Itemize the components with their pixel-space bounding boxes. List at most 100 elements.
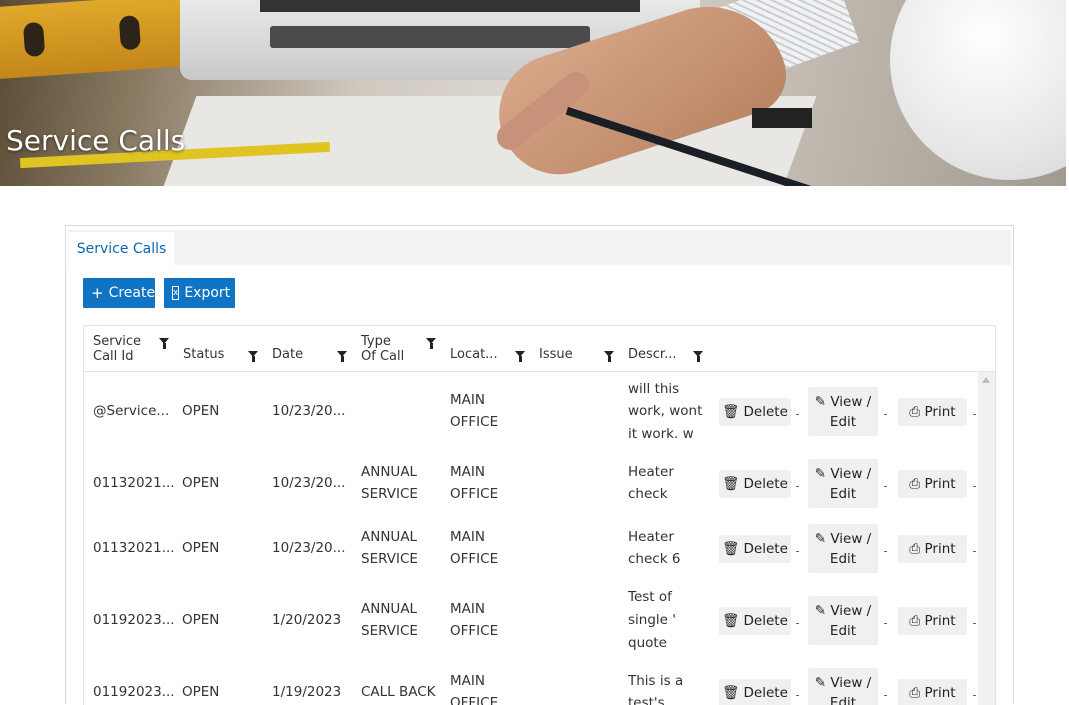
- cell-status: OPEN: [182, 472, 219, 494]
- header-line: Call Id: [93, 349, 141, 364]
- separator: [796, 414, 799, 415]
- print-button[interactable]: ⎙ Print: [898, 398, 967, 426]
- cell-location-2: OFFICE: [450, 548, 498, 570]
- cell-type-of-call-2: SERVICE: [361, 483, 418, 505]
- cell-location-1: MAIN: [450, 461, 485, 483]
- filter-icon-issue[interactable]: [604, 351, 615, 362]
- filter-icon-status[interactable]: [248, 351, 259, 362]
- cell-location-1: MAIN: [450, 670, 485, 692]
- print-label: Print: [925, 613, 956, 629]
- printer-icon: ⎙: [909, 613, 920, 629]
- edit-label: Edit: [830, 484, 856, 504]
- pencil-icon: ✎: [815, 466, 826, 482]
- table-row[interactable]: 01192023... OPEN 1/19/2023 CALL BACK MAI…: [84, 647, 977, 705]
- view-label: View /: [830, 603, 871, 619]
- filter-icon-type-of-call[interactable]: [426, 338, 437, 349]
- view-edit-button[interactable]: ✎ View /Edit: [808, 387, 878, 436]
- cell-description-1: This is a: [628, 670, 683, 692]
- print-label: Print: [925, 476, 956, 492]
- cell-description-1: Heater: [628, 461, 674, 483]
- cell-date: 10/23/20...: [272, 472, 346, 494]
- table-row[interactable]: 01132021... OPEN 10/23/20... ANNUAL SERV…: [84, 510, 977, 575]
- print-button[interactable]: ⎙ Print: [898, 470, 967, 498]
- grid-header: Service Call Id Status Date Type Of Call…: [84, 326, 995, 372]
- filter-icon-location[interactable]: [515, 351, 526, 362]
- cell-type-of-call-2: SERVICE: [361, 548, 418, 570]
- delete-button[interactable]: 🗑 Delete: [719, 398, 791, 426]
- cell-status: OPEN: [182, 609, 219, 631]
- delete-button[interactable]: 🗑 Delete: [719, 470, 791, 498]
- service-calls-panel: Service Calls + Create x Export Service …: [65, 225, 1014, 704]
- cell-location-1: MAIN: [450, 598, 485, 620]
- delete-label: Delete: [744, 404, 788, 420]
- delete-button[interactable]: 🗑 Delete: [719, 607, 791, 635]
- excel-icon: x: [172, 286, 179, 300]
- edit-label: Edit: [830, 549, 856, 569]
- view-edit-button[interactable]: ✎ View / Edit: [808, 459, 878, 508]
- column-header-issue[interactable]: Issue: [539, 347, 573, 362]
- tab-service-calls[interactable]: Service Calls: [69, 230, 174, 265]
- filter-icon-description[interactable]: [693, 351, 704, 362]
- print-button[interactable]: ⎙ Print: [898, 679, 967, 705]
- tab-bar: Service Calls: [68, 230, 1011, 265]
- banner-block: [752, 108, 812, 128]
- printer-icon: ⎙: [909, 404, 920, 420]
- table-row[interactable]: @Service... OPEN 10/23/20... MAIN OFFICE…: [84, 373, 977, 445]
- print-label: Print: [925, 404, 956, 420]
- filter-icon-date[interactable]: [337, 351, 348, 362]
- print-button[interactable]: ⎙ Print: [898, 535, 967, 563]
- cell-type-of-call-2: SERVICE: [361, 620, 418, 642]
- header-line: Service: [93, 334, 141, 349]
- cell-location-2: OFFICE: [450, 483, 498, 505]
- grid-scrollbar[interactable]: [978, 372, 995, 705]
- column-header-type-of-call[interactable]: Type Of Call: [361, 334, 404, 364]
- table-row[interactable]: 01132021... OPEN 10/23/20... ANNUAL SERV…: [84, 445, 977, 517]
- column-header-description[interactable]: Descr...: [628, 347, 676, 362]
- cell-service-call-id: 01132021...: [93, 537, 175, 559]
- cell-location-2: OFFICE: [450, 411, 498, 433]
- separator: [796, 695, 799, 696]
- delete-button[interactable]: 🗑 Delete: [719, 535, 791, 563]
- view-label: View /: [830, 394, 871, 410]
- column-header-location[interactable]: Locat...: [450, 347, 498, 362]
- delete-button[interactable]: 🗑 Delete: [719, 679, 791, 705]
- scroll-up-arrow-icon[interactable]: [982, 377, 990, 383]
- delete-label: Delete: [744, 541, 788, 557]
- column-header-date[interactable]: Date: [272, 347, 303, 362]
- view-edit-button[interactable]: ✎ View /Edit: [808, 596, 878, 645]
- delete-label: Delete: [744, 685, 788, 701]
- separator: [796, 551, 799, 552]
- printer-icon: ⎙: [909, 541, 920, 557]
- edit-label: Edit: [830, 693, 856, 705]
- cell-service-call-id: 01192023...: [93, 609, 175, 631]
- cell-service-call-id: 01192023...: [93, 681, 175, 703]
- cell-date: 1/19/2023: [272, 681, 341, 703]
- export-button-label: Export: [184, 285, 230, 301]
- create-button[interactable]: + Create: [83, 278, 155, 308]
- export-button[interactable]: x Export: [164, 278, 235, 308]
- cell-type-of-call-1: ANNUAL: [361, 526, 417, 548]
- filter-icon-service-call-id[interactable]: [159, 338, 170, 349]
- cell-date: 1/20/2023: [272, 609, 341, 631]
- cell-location-2: OFFICE: [450, 620, 498, 642]
- edit-label: Edit: [830, 621, 856, 641]
- view-edit-button[interactable]: ✎ View /Edit: [808, 524, 878, 573]
- trash-icon: 🗑: [722, 476, 739, 492]
- table-row[interactable]: 01192023... OPEN 1/20/2023 ANNUAL SERVIC…: [84, 575, 977, 647]
- view-edit-button[interactable]: ✎ View /Edit: [808, 668, 878, 705]
- column-header-status[interactable]: Status: [183, 347, 224, 362]
- print-button[interactable]: ⎙ Print: [898, 607, 967, 635]
- column-header-service-call-id[interactable]: Service Call Id: [93, 334, 141, 364]
- cell-status: OPEN: [182, 681, 219, 703]
- separator: [796, 623, 799, 624]
- separator: [973, 695, 976, 696]
- cell-description-2: check: [628, 483, 668, 505]
- cell-location-2: OFFICE: [450, 692, 498, 705]
- trash-icon: 🗑: [722, 613, 739, 629]
- delete-label: Delete: [744, 476, 788, 492]
- view-label: View /: [830, 466, 871, 482]
- cell-status: OPEN: [182, 400, 219, 422]
- separator: [973, 486, 976, 487]
- pencil-icon: ✎: [815, 394, 826, 410]
- cell-service-call-id: @Service...: [93, 400, 169, 422]
